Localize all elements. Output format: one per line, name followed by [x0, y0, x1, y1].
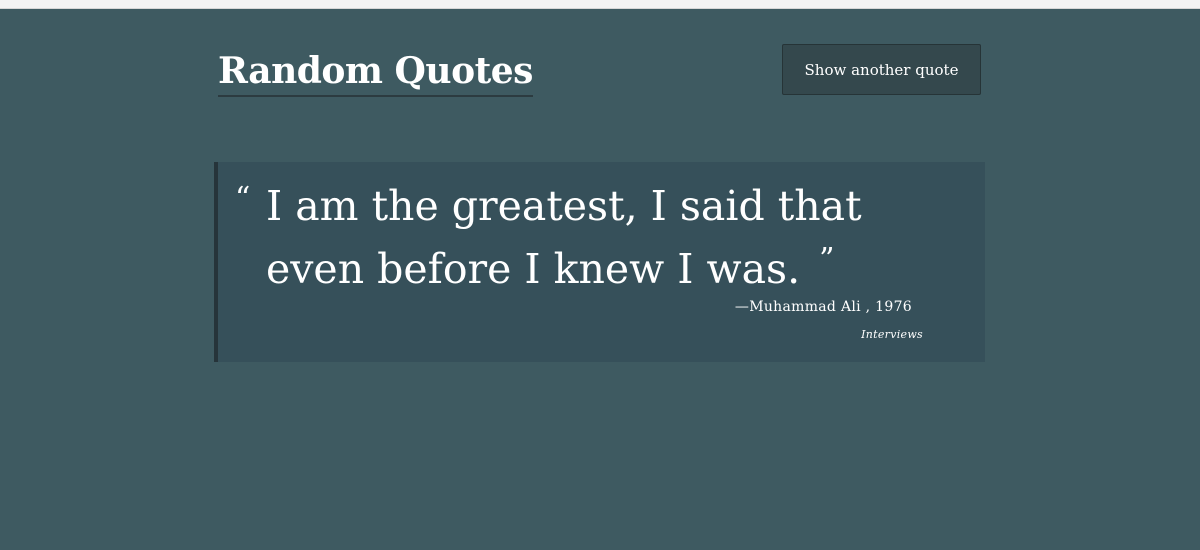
quote-text-block: I am the greatest, I said that even befo…: [266, 180, 956, 296]
close-quote-icon: ”: [819, 242, 835, 277]
quote-source: Interviews: [861, 328, 923, 341]
quote-attribution: —Muhammad Ali , 1976: [734, 299, 912, 315]
browser-chrome-strip: [0, 0, 1200, 9]
quote-text: I am the greatest, I said that even befo…: [266, 182, 862, 293]
page-title: Random Quotes: [218, 47, 533, 97]
page: Random Quotes Show another quote “ I am …: [0, 9, 1200, 550]
quote-card: “ I am the greatest, I said that even be…: [214, 162, 985, 362]
open-quote-icon: “: [235, 181, 251, 216]
show-another-quote-button[interactable]: Show another quote: [782, 44, 981, 95]
